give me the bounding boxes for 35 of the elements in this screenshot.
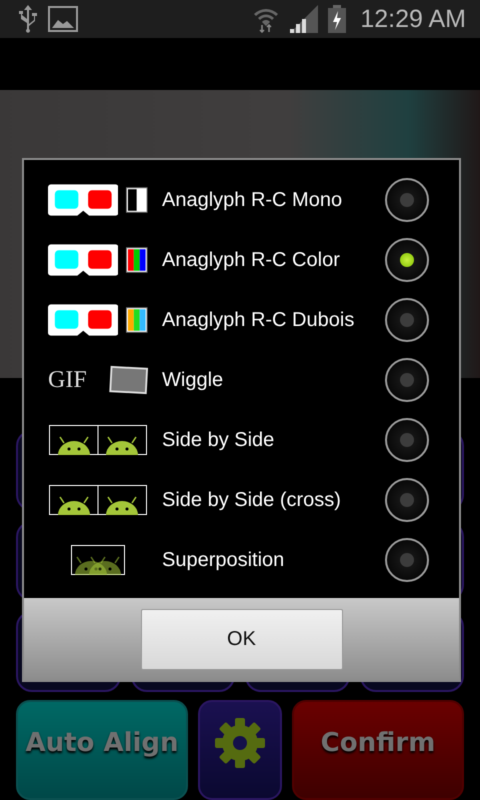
radio-button[interactable] xyxy=(385,418,429,462)
usb-icon xyxy=(18,5,38,33)
battery-charging-icon xyxy=(328,5,346,33)
photo-frame-icon xyxy=(108,365,148,395)
radio-button[interactable] xyxy=(385,298,429,342)
3d-glasses-icon xyxy=(48,304,118,336)
radio-button[interactable] xyxy=(385,238,429,282)
overlapping-android-icon xyxy=(71,545,125,575)
settings-button[interactable] xyxy=(198,700,282,800)
option-label: Anaglyph R-C Dubois xyxy=(162,308,356,332)
mono-swatch-icon xyxy=(126,187,148,213)
auto-align-button[interactable]: Auto Align xyxy=(16,700,188,800)
status-time: 12:29 AM xyxy=(360,4,466,34)
ok-button[interactable]: OK xyxy=(140,608,342,670)
android-pair-icon xyxy=(49,425,147,455)
android-pair-icon xyxy=(49,485,147,515)
gif-label: GIF xyxy=(48,366,87,394)
confirm-button[interactable]: Confirm xyxy=(292,700,464,800)
signal-icon xyxy=(290,5,318,33)
option-label: Anaglyph R-C Color xyxy=(162,248,341,272)
radio-button[interactable] xyxy=(385,178,429,222)
radio-button[interactable] xyxy=(385,358,429,402)
option-label: Side by Side (cross) xyxy=(162,488,342,512)
color-swatch-icon xyxy=(126,247,148,273)
option-label: Anaglyph R-C Mono xyxy=(162,188,344,212)
3d-glasses-icon xyxy=(48,184,118,216)
3d-glasses-icon xyxy=(48,244,118,276)
radio-button[interactable] xyxy=(385,538,429,582)
settings-icon xyxy=(214,717,266,769)
color-swatch-icon xyxy=(126,307,148,333)
option-label: Side by Side xyxy=(162,428,276,452)
option-label: Superposition xyxy=(162,548,286,572)
option-label: Wiggle xyxy=(162,368,224,392)
image-icon xyxy=(48,6,78,32)
radio-button[interactable] xyxy=(385,478,429,522)
